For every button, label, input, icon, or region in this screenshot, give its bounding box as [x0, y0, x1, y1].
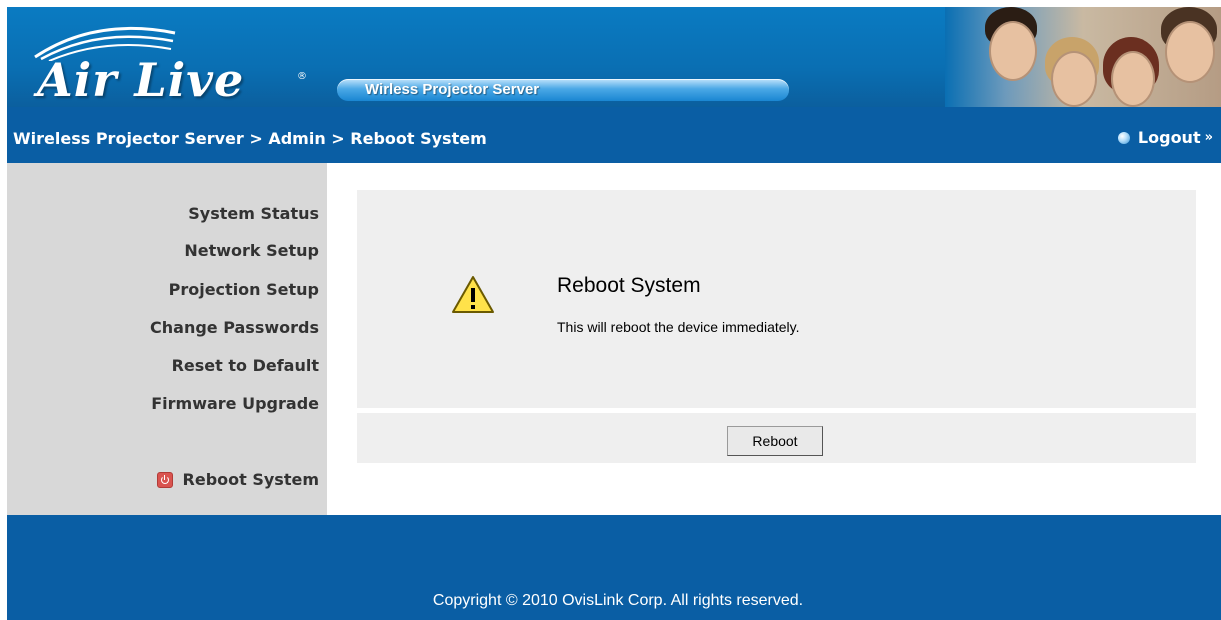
logout-link[interactable]: Logout »	[1117, 128, 1213, 147]
sidebar-item-firmware-upgrade[interactable]: Firmware Upgrade	[151, 394, 319, 413]
panel-description: This will reboot the device immediately.	[557, 319, 800, 335]
sidebar-item-system-status[interactable]: System Status	[188, 204, 319, 223]
reboot-panel: Reboot System This will reboot the devic…	[357, 190, 1196, 408]
breadcrumb: Wireless Projector Server > Admin > Rebo…	[13, 129, 487, 148]
airlive-logo: Air Live ®	[15, 13, 315, 107]
app-frame: Air Live ® Wirless Projector Server Wire…	[7, 7, 1221, 620]
logo-text: Air Live	[37, 53, 245, 107]
sidebar-item-change-passwords[interactable]: Change Passwords	[150, 318, 319, 337]
header-banner: Air Live ® Wirless Projector Server	[7, 7, 1221, 107]
panel-title: Reboot System	[557, 274, 701, 297]
breadcrumb-bar: Wireless Projector Server > Admin > Rebo…	[7, 107, 1221, 163]
product-name-pill: Wirless Projector Server	[337, 79, 789, 101]
sidebar-item-label: Reboot System	[182, 470, 319, 489]
registered-mark: ®	[297, 71, 307, 82]
product-name: Wirless Projector Server	[365, 81, 540, 98]
sidebar-item-reboot-system[interactable]: Reboot System	[156, 470, 319, 489]
reboot-button[interactable]: Reboot	[727, 426, 823, 456]
footer: Copyright © 2010 OvisLink Corp. All righ…	[7, 515, 1221, 620]
sidebar: System Status Network Setup Projection S…	[7, 163, 327, 515]
double-chevron-right-icon: »	[1204, 130, 1213, 145]
sidebar-item-reset-to-default[interactable]: Reset to Default	[172, 356, 319, 375]
logout-bullet-icon	[1117, 131, 1130, 144]
button-row: Reboot	[357, 413, 1196, 463]
warning-icon	[452, 276, 494, 313]
header-photo	[945, 7, 1221, 107]
logout-label: Logout	[1137, 128, 1201, 147]
power-icon	[156, 471, 173, 488]
copyright-label: Copyright © 2010 OvisLink Corp. All righ…	[432, 592, 804, 609]
sidebar-item-network-setup[interactable]: Network Setup	[184, 241, 319, 260]
sidebar-item-projection-setup[interactable]: Projection Setup	[169, 280, 319, 299]
copyright-text: Copyright © 2010 OvisLink Corp. All righ…	[7, 592, 1221, 610]
